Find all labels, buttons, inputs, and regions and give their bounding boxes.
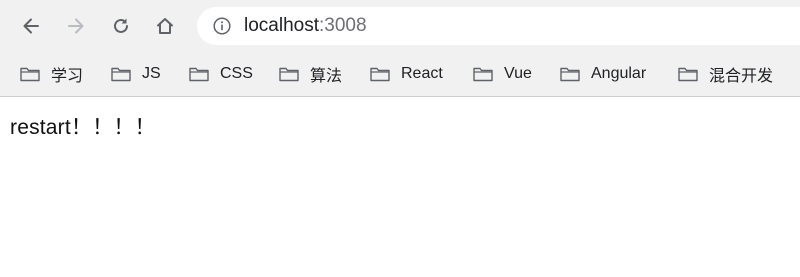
bookmark-folder-react[interactable]: React: [370, 61, 443, 87]
bookmark-label: React: [401, 65, 443, 82]
bookmark-label: 混合开发: [709, 68, 774, 85]
bookmark-label: 算法: [310, 68, 343, 85]
back-button[interactable]: [16, 11, 46, 41]
address-port: :3008: [319, 15, 367, 36]
bookmark-folder-js[interactable]: JS: [111, 61, 161, 87]
bookmark-label: Vue: [504, 65, 532, 82]
page-body-text: restart！！！！: [10, 116, 156, 139]
bookmark-folder-angular[interactable]: Angular: [560, 61, 646, 87]
folder-icon: [189, 67, 209, 82]
bookmark-label: CSS: [220, 65, 253, 82]
folder-icon: [279, 67, 299, 82]
bookmark-folder-vue[interactable]: Vue: [473, 61, 532, 87]
address-host: localhost: [244, 15, 319, 36]
reload-button[interactable]: [106, 11, 136, 41]
address-bar[interactable]: localhost:3008: [197, 7, 800, 45]
folder-icon: [20, 67, 40, 82]
info-icon[interactable]: [213, 17, 231, 35]
reload-icon: [114, 18, 128, 33]
bookmark-label: 学习: [51, 68, 84, 85]
folder-icon: [370, 67, 390, 82]
folder-icon: [678, 67, 698, 82]
bookmarks-bar: 学习 JS CSS 算法 React Vue Angular 混合开发: [0, 52, 800, 96]
bookmark-folder-hunhe[interactable]: 混合开发: [678, 61, 773, 87]
folder-icon: [111, 67, 131, 82]
bookmark-folder-css[interactable]: CSS: [189, 61, 253, 87]
address-url[interactable]: localhost:3008: [244, 15, 367, 37]
bookmark-folder-xuexi[interactable]: 学习: [20, 61, 83, 87]
browser-chrome: localhost:3008 学习 JS CSS 算法 React Vue An…: [0, 0, 800, 97]
back-arrow-icon: [23, 18, 39, 34]
bookmark-label: Angular: [591, 65, 647, 82]
bookmark-label: JS: [142, 65, 161, 82]
forward-arrow-icon: [68, 18, 84, 34]
folder-icon: [560, 67, 580, 82]
forward-button[interactable]: [61, 11, 91, 41]
bookmark-folder-suanfa[interactable]: 算法: [279, 61, 342, 87]
browser-toolbar: localhost:3008: [0, 0, 800, 52]
home-button[interactable]: [150, 11, 180, 41]
folder-icon: [473, 67, 493, 82]
home-icon: [157, 18, 173, 34]
